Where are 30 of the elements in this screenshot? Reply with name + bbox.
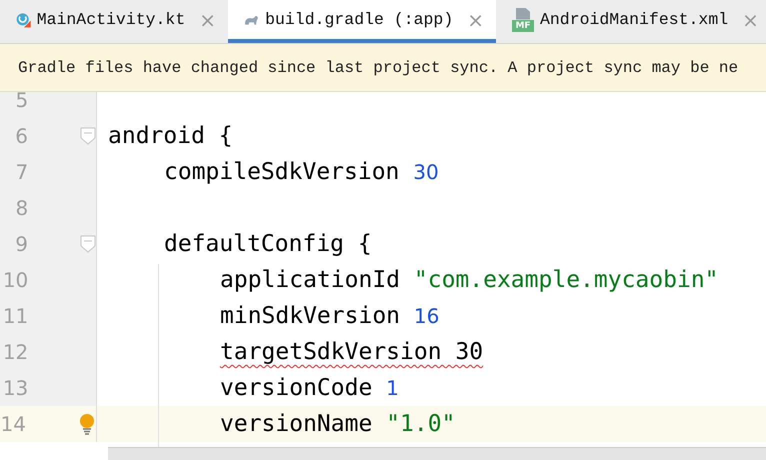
fold-marker-icon[interactable] xyxy=(80,235,96,253)
number-literal: 30 xyxy=(413,160,439,184)
line-number: 6 xyxy=(14,124,28,148)
line-number: 14 xyxy=(0,412,26,436)
sync-notification: Gradle files have changed since last project sync. A project sync may be ne xyxy=(0,44,766,92)
line-number: 5 xyxy=(14,92,28,112)
line-number: 13 xyxy=(2,376,28,400)
editor-tab[interactable]: build.gradle (:app) × xyxy=(228,0,496,43)
line-number: 9 xyxy=(14,232,28,256)
code-text: defaultConfig { xyxy=(164,231,372,257)
number-literal: 16 xyxy=(414,304,440,328)
line-number: 8 xyxy=(14,196,28,220)
lightbulb-icon[interactable] xyxy=(78,413,96,435)
code-text: android { xyxy=(108,123,233,149)
string-literal: "1.0" xyxy=(386,411,456,437)
code-text: minSdkVersion xyxy=(220,303,402,329)
line-number: 10 xyxy=(2,268,28,292)
code-text: compileSdkVersion xyxy=(164,159,400,185)
number-literal: 1 xyxy=(386,376,399,400)
code-text: targetSdkVersion 30 xyxy=(220,339,484,365)
line-number: 7 xyxy=(14,160,28,184)
editor-tab[interactable]: MainActivity.kt × xyxy=(0,0,228,43)
line-number: 11 xyxy=(2,304,28,328)
string-literal: "com.example.mycaobin" xyxy=(414,267,719,293)
editor-tab[interactable]: MF AndroidManifest.xml × xyxy=(496,0,766,43)
fold-marker-icon[interactable] xyxy=(80,127,96,145)
code-text: versionName xyxy=(220,411,374,437)
line-number: 12 xyxy=(2,340,28,364)
code-text: versionCode xyxy=(220,375,374,401)
code-text: applicationId xyxy=(220,267,402,293)
